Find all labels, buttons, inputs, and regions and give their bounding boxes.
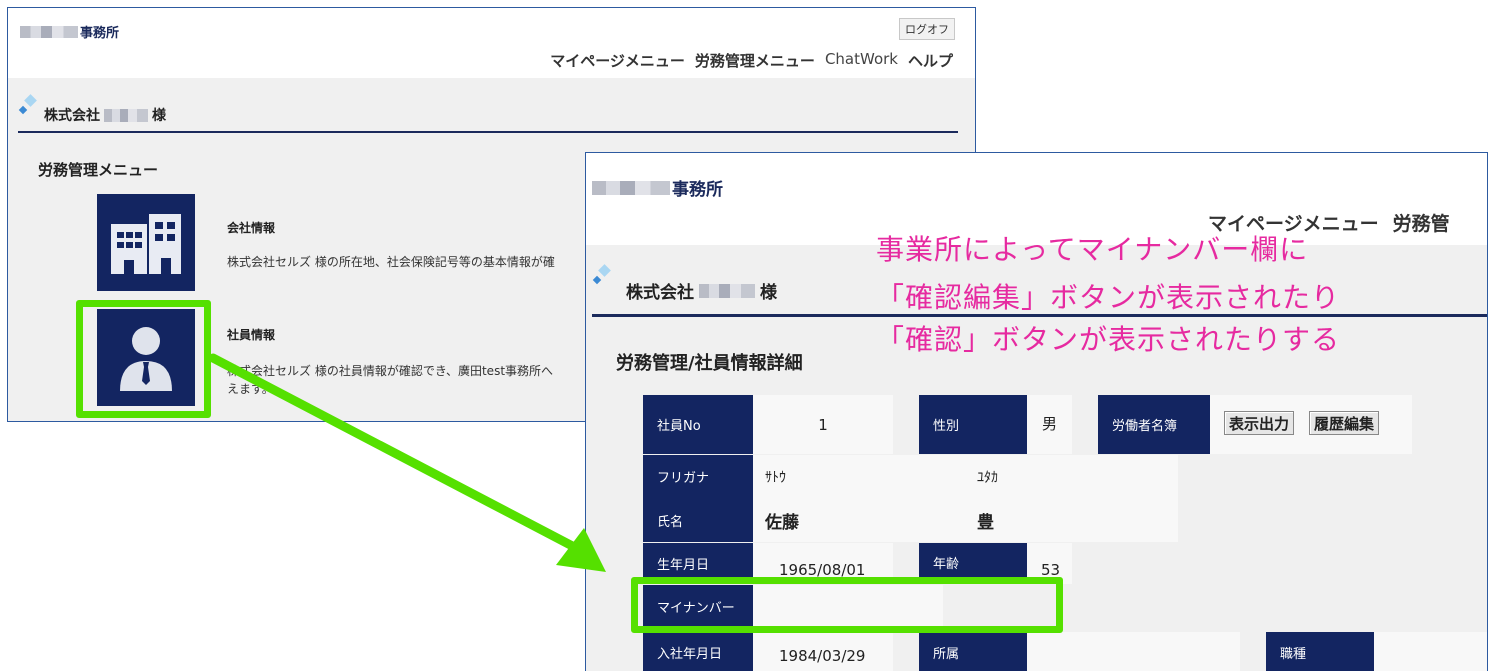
redacted-company-name: [104, 108, 148, 122]
job-type-value: [1374, 632, 1487, 671]
office-logo[interactable]: 事務所: [592, 175, 723, 200]
annotation-line-1: 事業所によってマイナンバー欄に: [876, 233, 1309, 266]
employee-info-desc: 株式会社セルズ 様の社員情報が確認でき、廣田test事務所へ: [227, 364, 554, 378]
heading-divider: [18, 131, 958, 133]
nav-mypage[interactable]: マイページメニュー: [550, 50, 685, 71]
name-first: 豊: [965, 498, 1178, 542]
company-info-tile[interactable]: [97, 194, 195, 291]
company-suffix: 様: [760, 283, 777, 303]
company-prefix: 株式会社: [626, 283, 694, 303]
furigana-last: ｻﾄｳ: [753, 455, 965, 498]
office-suffix: 事務所: [672, 180, 723, 200]
hire-date-value: 1984/03/29: [753, 632, 893, 671]
nav-labor-menu[interactable]: 労務管: [1393, 209, 1450, 236]
company-prefix: 株式会社: [44, 108, 100, 124]
diamond-bullet-icon: [592, 264, 612, 288]
section-title: 労務管理メニュー: [38, 161, 159, 179]
annotation-line-3: 「確認」ボタンが表示されたりする: [876, 323, 1341, 356]
nav-labor-menu[interactable]: 労務管理メニュー: [695, 50, 815, 71]
furigana-label: フリガナ: [643, 455, 753, 498]
employee-no-label: 社員No: [643, 395, 753, 454]
highlight-employee-tile: [76, 300, 211, 418]
employee-info-title[interactable]: 社員情報: [227, 326, 275, 343]
redacted-office-name: [20, 25, 78, 38]
job-type-label: 職種: [1266, 632, 1374, 671]
gender-value: 男: [1027, 395, 1072, 454]
print-output-button[interactable]: 表示出力: [1224, 411, 1295, 435]
redacted-company-name: [699, 283, 755, 298]
department-label: 所属: [919, 632, 1027, 671]
roster-label: 労働者名簿: [1098, 395, 1210, 454]
building-icon: [111, 213, 181, 274]
office-suffix: 事務所: [80, 26, 120, 41]
annotation-line-2: 「確認編集」ボタンが表示されたり: [876, 281, 1341, 314]
company-suffix: 様: [152, 108, 166, 124]
company-heading: 株式会社 様: [626, 278, 777, 303]
top-nav: マイページメニュー 労務管理メニュー ChatWork ヘルプ: [550, 50, 953, 71]
department-value: [1027, 632, 1240, 671]
name-label: 氏名: [643, 498, 753, 542]
company-info-title[interactable]: 会社情報: [227, 219, 275, 236]
redacted-office-name: [592, 180, 670, 195]
nav-chatwork[interactable]: ChatWork: [825, 50, 898, 71]
section-title: 労務管理/社員情報詳細: [616, 353, 803, 374]
company-heading: 株式会社 様: [44, 105, 166, 125]
logoff-button[interactable]: ログオフ: [899, 18, 955, 40]
name-last: 佐藤: [753, 498, 965, 542]
employee-info-desc-2: えます。: [227, 382, 274, 396]
history-edit-button[interactable]: 履歴編集: [1309, 411, 1380, 435]
gender-label: 性別: [919, 395, 1027, 454]
furigana-first: ﾕﾀｶ: [965, 455, 1178, 498]
employee-no-value: 1: [753, 395, 893, 454]
nav-help[interactable]: ヘルプ: [908, 50, 953, 71]
company-info-desc: 株式会社セルズ 様の所在地、社会保険記号等の基本情報が確: [227, 255, 555, 269]
office-logo[interactable]: 事務所: [20, 22, 119, 41]
hire-date-label: 入社年月日: [643, 632, 753, 671]
diamond-bullet-icon: [18, 94, 38, 118]
highlight-mynumber-row: [631, 577, 1063, 633]
